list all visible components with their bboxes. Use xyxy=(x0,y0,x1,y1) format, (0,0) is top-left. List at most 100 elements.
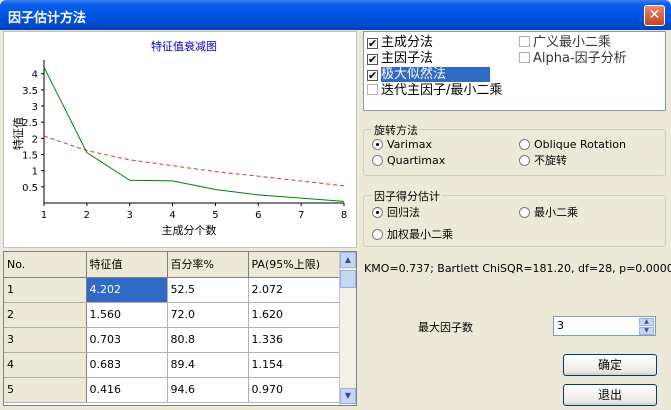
row-header[interactable]: 2 xyxy=(4,302,87,328)
close-button[interactable]: ✕ xyxy=(644,5,665,26)
x-tick-label: 1 xyxy=(41,210,47,221)
radio-unselected-icon[interactable] xyxy=(519,207,530,218)
y-tick-label: 3 xyxy=(32,102,38,113)
y-tick-label: 3.5 xyxy=(22,86,38,97)
x-tick-label: 8 xyxy=(341,210,347,221)
table-cell[interactable]: 1.560 xyxy=(86,302,168,328)
scroll-thumb[interactable] xyxy=(340,270,356,288)
radio-weighted-least-squares[interactable]: 加权最小二乘 xyxy=(372,228,453,242)
table-row[interactable]: 1 4.202 52.5 2.072 xyxy=(4,277,341,303)
radio-unselected-icon[interactable] xyxy=(519,139,530,150)
max-factors-label: 最大因子数 xyxy=(418,321,473,334)
spin-down-arrow-icon[interactable]: ▼ xyxy=(639,327,654,335)
table-cell[interactable]: 72.0 xyxy=(167,302,249,328)
y-tick-label: 1 xyxy=(32,167,38,178)
method-item-principal-factor[interactable]: ✔ 主因子法 xyxy=(367,51,433,67)
radio-least-squares[interactable]: 最小二乘 xyxy=(519,206,578,220)
radio-quartimax[interactable]: Quartimax xyxy=(372,154,445,168)
table-header-row: No. 特征值 百分率% PA(95%上限) xyxy=(4,252,341,278)
radio-oblique-rotation[interactable]: Oblique Rotation xyxy=(519,138,626,152)
y-tick-label: 0.5 xyxy=(22,183,38,194)
table-cell[interactable]: 0.970 xyxy=(248,377,341,403)
col-header-pa[interactable]: PA(95%上限) xyxy=(248,252,341,278)
checkbox-checked-icon[interactable]: ✔ xyxy=(367,38,378,49)
chart-title: 特征值衰减图 xyxy=(151,39,217,53)
row-header[interactable]: 1 xyxy=(4,277,87,303)
radio-selected-icon[interactable] xyxy=(372,139,383,150)
radio-varimax[interactable]: Varimax xyxy=(372,138,432,152)
title-bar[interactable]: 因子估计方法 ✕ xyxy=(0,0,671,30)
radio-selected-icon[interactable] xyxy=(372,207,383,218)
window-title: 因子估计方法 xyxy=(8,11,87,26)
table-cell[interactable]: 80.8 xyxy=(167,327,249,353)
estimation-method-list: ✔ 主成分法 ✔ 主因子法 ✔ 极大似然法 迭代主因子/最小二乘 广义最小二乘 Alp… xyxy=(363,31,666,111)
exit-button[interactable]: 退出 xyxy=(563,384,657,406)
scroll-up-arrow-icon[interactable]: ▲ xyxy=(340,252,356,268)
method-item-iterated-principal-factor[interactable]: 迭代主因子/最小二乘 xyxy=(367,83,502,99)
max-factors-stepper[interactable]: 3 ▲ ▼ xyxy=(553,316,656,336)
row-header[interactable]: 4 xyxy=(4,352,87,378)
x-axis-label: 主成分个数 xyxy=(162,224,217,237)
x-tick-label: 5 xyxy=(212,210,218,221)
table-cell[interactable]: 1.154 xyxy=(248,352,341,378)
grid-vertical-scrollbar[interactable]: ▲ ▼ xyxy=(339,252,356,405)
table-row[interactable]: 4 0.683 89.4 1.154 xyxy=(4,352,341,378)
table-cell[interactable]: 1.620 xyxy=(248,302,341,328)
eigenvalue-table: No. 特征值 百分率% PA(95%上限) 1 4.202 52.5 2.07… xyxy=(4,252,341,403)
col-header-percent[interactable]: 百分率% xyxy=(167,252,249,278)
y-tick-label: 1.5 xyxy=(22,151,38,162)
checkbox-unchecked-icon[interactable] xyxy=(519,36,530,47)
scroll-down-arrow-icon[interactable]: ▼ xyxy=(340,388,356,404)
row-header[interactable]: 5 xyxy=(4,377,87,403)
method-item-principal-component[interactable]: ✔ 主成分法 xyxy=(367,35,433,51)
row-header[interactable]: 3 xyxy=(4,327,87,353)
ok-button[interactable]: 确定 xyxy=(563,354,657,376)
table-cell[interactable]: 0.416 xyxy=(86,377,168,403)
radio-unselected-icon[interactable] xyxy=(372,229,383,240)
factor-score-group: 因子得分估计 回归法 最小二乘 加权最小二乘 xyxy=(363,188,666,247)
table-cell[interactable]: 1.336 xyxy=(248,327,341,353)
method-item-maximum-likelihood[interactable]: ✔ 极大似然法 xyxy=(367,67,491,83)
checkbox-unchecked-icon[interactable] xyxy=(367,84,378,95)
table-cell[interactable]: 94.6 xyxy=(167,377,249,403)
col-header-eigenvalue[interactable]: 特征值 xyxy=(86,252,168,278)
max-factors-value[interactable]: 3 xyxy=(557,319,564,332)
checkbox-checked-icon[interactable]: ✔ xyxy=(367,70,378,81)
method-item-generalized-least-squares[interactable]: 广义最小二乘 xyxy=(519,35,611,51)
x-tick-label: 4 xyxy=(169,210,175,221)
y-tick-label: 2 xyxy=(32,134,38,145)
col-header-no[interactable]: No. xyxy=(4,252,87,278)
table-cell[interactable]: 52.5 xyxy=(167,277,249,303)
method-item-alpha-factor[interactable]: Alpha-因子分析 xyxy=(519,51,627,67)
table-cell[interactable]: 0.703 xyxy=(86,327,168,353)
radio-unselected-icon[interactable] xyxy=(519,155,530,166)
scree-plot: 特征值衰减图1 2 3 4 5 6 7 80.511.522.533.54主成分个数特征值 xyxy=(11,39,347,237)
y-axis-label: 特征值 xyxy=(11,117,25,150)
radio-no-rotation[interactable]: 不旋转 xyxy=(519,154,567,168)
table-row[interactable]: 2 1.560 72.0 1.620 xyxy=(4,302,341,328)
x-tick-label: 7 xyxy=(298,210,304,221)
table-row[interactable]: 5 0.416 94.6 0.970 xyxy=(4,377,341,403)
x-tick-label: 3 xyxy=(127,210,133,221)
kmo-bartlett-stats: KMO=0.737; Bartlett ChiSQR=181.20, df=28… xyxy=(364,262,671,275)
radio-unselected-icon[interactable] xyxy=(372,155,383,166)
table-cell[interactable]: 4.202 xyxy=(86,277,168,303)
rotation-method-group: 旋转方法 Varimax Oblique Rotation Quartimax … xyxy=(363,122,666,176)
parallel-analysis-series-line xyxy=(43,135,345,187)
score-group-title: 因子得分估计 xyxy=(372,188,442,204)
spin-up-arrow-icon[interactable]: ▲ xyxy=(639,318,654,326)
y-tick-label: 4 xyxy=(32,70,38,81)
scree-plot-panel: 特征值衰减图 1 2 3 4 5 6 7 8 0.5 1 1.5 2 2.5 3 3.5 4 主成分个数 特征值 xyxy=(3,31,357,248)
x-tick-label: 2 xyxy=(84,210,90,221)
eigenvalue-grid[interactable]: No. 特征值 百分率% PA(95%上限) 1 4.202 52.5 2.07… xyxy=(3,251,357,406)
table-cell[interactable]: 2.072 xyxy=(248,277,341,303)
table-row[interactable]: 3 0.703 80.8 1.336 xyxy=(4,327,341,353)
table-cell[interactable]: 0.683 xyxy=(86,352,168,378)
checkbox-unchecked-icon[interactable] xyxy=(519,52,530,63)
radio-regression[interactable]: 回归法 xyxy=(372,206,420,220)
rotation-group-title: 旋转方法 xyxy=(372,122,420,138)
table-cell[interactable]: 89.4 xyxy=(167,352,249,378)
x-tick-label: 6 xyxy=(255,210,261,221)
factor-estimation-dialog: 因子估计方法 ✕ 特征值衰减图 1 2 3 4 5 6 7 8 0.5 1 1.5 2 2.5 3 3.5 4 主… xyxy=(0,0,671,410)
checkbox-checked-icon[interactable]: ✔ xyxy=(367,54,378,65)
